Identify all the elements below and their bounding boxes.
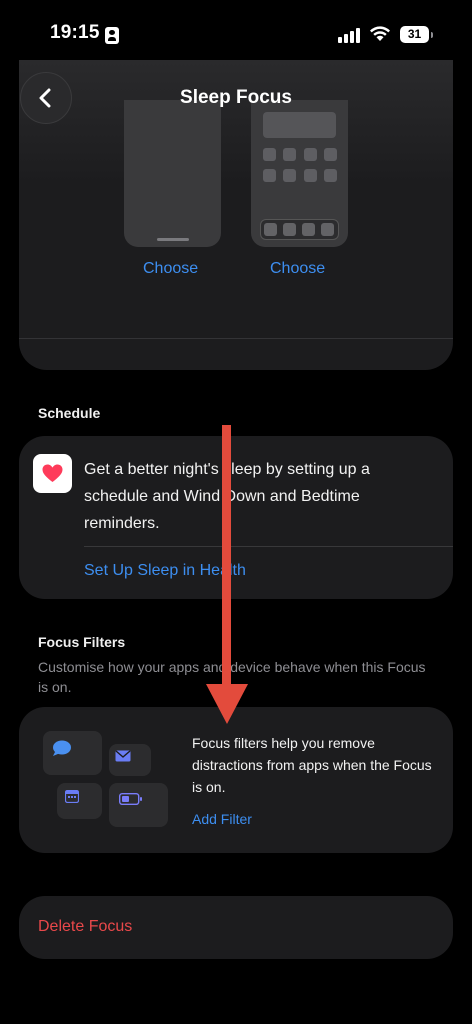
choose-lock-screen-link[interactable]: Choose [143,260,198,278]
add-filter-link[interactable]: Add Filter [192,811,252,827]
calendar-tile [57,783,102,819]
status-time: 19:15 [50,22,100,43]
annotation-arrow-head [206,684,248,724]
schedule-heading: Schedule [38,405,101,421]
home-screen-preview[interactable] [251,100,348,247]
focus-filters-info: Focus filters help you remove distractio… [192,735,432,795]
low-power-tile [109,783,168,827]
calendar-icon [65,790,79,803]
heart-icon [42,464,63,482]
battery-icon [119,793,142,805]
battery-icon: 31 [400,26,433,43]
wifi-icon [369,25,391,47]
message-bubble-icon [53,740,71,756]
divider [84,546,453,547]
id-card-icon [105,27,119,44]
annotation-arrow-shaft [222,425,231,690]
page-title: Sleep Focus [180,87,292,108]
focus-filters-heading: Focus Filters [38,634,126,650]
choose-home-screen-link[interactable]: Choose [270,260,325,278]
messages-tile [43,731,102,775]
lock-screen-preview[interactable] [124,100,221,247]
cellular-signal-icon [338,27,360,43]
divider [19,338,453,339]
health-app-icon [33,454,72,493]
schedule-description: Get a better night's sleep by setting up… [84,461,370,532]
mail-icon [115,750,131,762]
mail-tile [109,744,151,776]
delete-focus-label[interactable]: Delete Focus [38,918,132,936]
